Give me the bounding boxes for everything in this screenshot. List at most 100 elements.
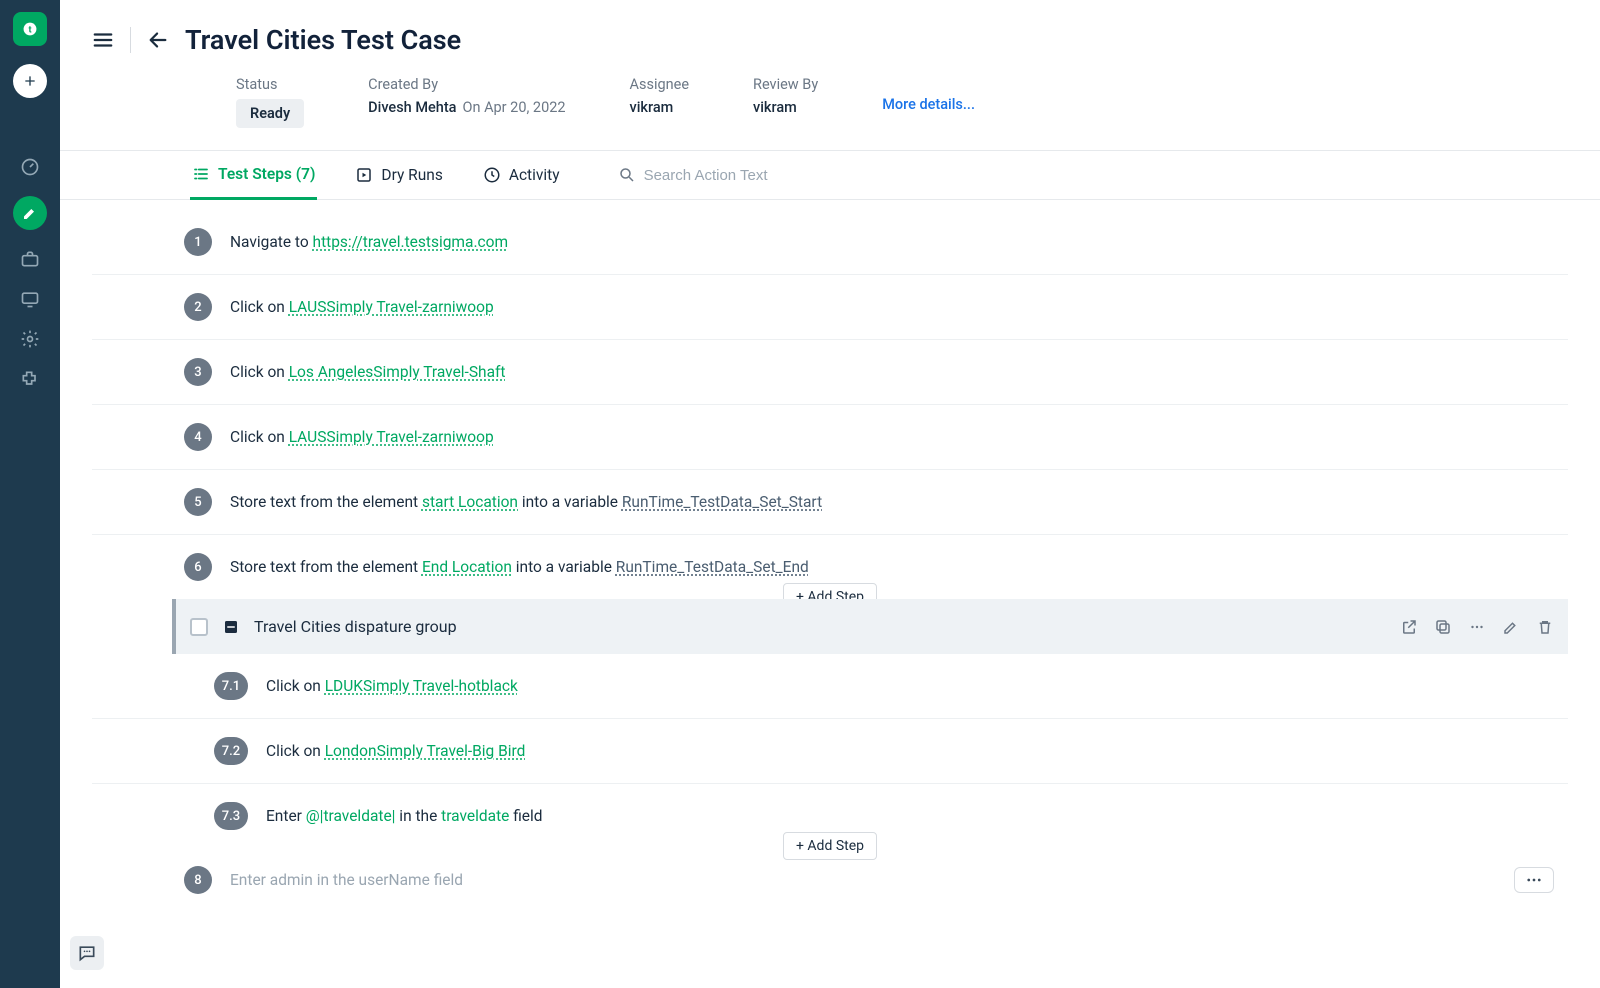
step-variable[interactable]: RunTime_TestData_Set_Start <box>622 493 822 511</box>
meta-row: Status Ready Created By Divesh Mehta On … <box>60 76 1600 150</box>
substep-row[interactable]: 7.1 Click on LDUKSimply Travel-hotblack <box>92 654 1568 719</box>
add-button[interactable] <box>13 64 47 98</box>
step-number: 1 <box>184 228 212 256</box>
assignee-block: Assignee vikram <box>630 76 689 116</box>
gear-icon <box>20 329 40 349</box>
step-row[interactable]: 4 Click on LAUSSimply Travel-zarniwoop <box>92 405 1568 470</box>
open-external-button[interactable] <box>1400 618 1418 636</box>
dashboard-nav[interactable] <box>19 156 41 178</box>
step-text: Enter @|traveldate| in the traveldate fi… <box>266 807 543 825</box>
header-divider <box>130 27 131 53</box>
review-block: Review By vikram <box>753 76 818 116</box>
new-step-placeholder[interactable]: Enter admin in the userName field <box>230 871 463 889</box>
step-text: Click on LAUSSimply Travel-zarniwoop <box>230 428 494 446</box>
arrow-left-icon <box>147 29 169 51</box>
step-link[interactable]: LDUKSimply Travel-hotblack <box>325 677 518 695</box>
app-logo[interactable]: t <box>13 12 47 46</box>
pencil-icon <box>1502 618 1520 636</box>
step-link[interactable]: End Location <box>422 558 512 576</box>
review-value: vikram <box>753 99 818 116</box>
clock-icon <box>483 166 501 184</box>
step-link[interactable]: LondonSimply Travel-Big Bird <box>325 742 526 760</box>
group-checkbox[interactable] <box>190 618 208 636</box>
step-row[interactable]: 2 Click on LAUSSimply Travel-zarniwoop <box>92 275 1568 340</box>
step-text: Store text from the element End Location… <box>230 558 809 576</box>
created-by-name: Divesh Mehta <box>368 99 456 116</box>
tab-dry-runs[interactable]: Dry Runs <box>353 152 444 198</box>
new-step-row[interactable]: 8 Enter admin in the userName field <box>92 848 1568 912</box>
group-collapse-icon[interactable] <box>222 618 240 636</box>
step-text: Click on LondonSimply Travel-Big Bird <box>266 742 525 760</box>
row-more-button[interactable] <box>1514 867 1554 893</box>
assignee-label: Assignee <box>630 76 689 93</box>
back-button[interactable] <box>147 29 169 51</box>
dots-icon <box>1525 874 1543 886</box>
step-number: 7.1 <box>214 672 248 700</box>
status-badge[interactable]: Ready <box>236 99 304 128</box>
assignee-value: vikram <box>630 99 689 116</box>
step-row[interactable]: 1 Navigate to https://travel.testsigma.c… <box>92 210 1568 275</box>
step-param: traveldate <box>441 807 509 825</box>
puzzle-icon <box>20 369 40 389</box>
extension-nav[interactable] <box>19 368 41 390</box>
monitor-nav[interactable] <box>19 288 41 310</box>
step-link[interactable]: https://travel.testsigma.com <box>313 233 509 251</box>
edit-button[interactable] <box>1502 618 1520 636</box>
delete-button[interactable] <box>1536 618 1554 636</box>
settings-nav[interactable] <box>19 328 41 350</box>
copy-button[interactable] <box>1434 618 1452 636</box>
step-number: 2 <box>184 293 212 321</box>
sidebar: t <box>0 0 60 988</box>
hamburger-icon <box>92 29 114 51</box>
tab-bar: Test Steps (7) Dry Runs Activity <box>60 150 1600 200</box>
step-link[interactable]: Los AngelesSimply Travel-Shaft <box>289 363 506 381</box>
step-number: 3 <box>184 358 212 386</box>
step-number: 6 <box>184 553 212 581</box>
review-label: Review By <box>753 76 818 93</box>
tab-test-steps[interactable]: Test Steps (7) <box>190 151 317 200</box>
step-text: Store text from the element start Locati… <box>230 493 822 511</box>
step-row[interactable]: 3 Click on Los AngelesSimply Travel-Shaf… <box>92 340 1568 405</box>
tab-activity-label: Activity <box>509 166 560 184</box>
page-header: Travel Cities Test Case <box>60 0 1600 76</box>
step-link[interactable]: LAUSSimply Travel-zarniwoop <box>289 428 494 446</box>
status-label: Status <box>236 76 304 93</box>
gear-t-icon: t <box>19 18 41 40</box>
chat-widget[interactable] <box>70 936 104 970</box>
step-text: Click on Los AngelesSimply Travel-Shaft <box>230 363 505 381</box>
chat-icon <box>77 943 97 963</box>
step-group-row[interactable]: Travel Cities dispature group <box>172 599 1568 654</box>
copy-icon <box>1434 618 1452 636</box>
tab-activity[interactable]: Activity <box>481 152 562 198</box>
briefcase-nav[interactable] <box>19 248 41 270</box>
step-row[interactable]: 5 Store text from the element start Loca… <box>92 470 1568 535</box>
search-input[interactable] <box>644 167 844 184</box>
more-button[interactable] <box>1468 618 1486 636</box>
edit-nav-active[interactable] <box>13 196 47 230</box>
briefcase-icon <box>20 249 40 269</box>
menu-toggle[interactable] <box>92 29 114 51</box>
step-number: 7.2 <box>214 737 248 765</box>
created-by-block: Created By Divesh Mehta On Apr 20, 2022 <box>368 76 565 116</box>
step-text: Click on LDUKSimply Travel-hotblack <box>266 677 518 695</box>
dots-icon <box>1468 618 1486 636</box>
step-text: Click on LAUSSimply Travel-zarniwoop <box>230 298 494 316</box>
substep-row[interactable]: 7.2 Click on LondonSimply Travel-Big Bir… <box>92 719 1568 784</box>
step-variable[interactable]: RunTime_TestData_Set_End <box>616 558 809 576</box>
monitor-icon <box>20 289 40 309</box>
search-icon <box>618 166 636 184</box>
external-icon <box>1400 618 1418 636</box>
svg-text:t: t <box>28 26 31 36</box>
step-link[interactable]: LAUSSimply Travel-zarniwoop <box>289 298 494 316</box>
step-number: 4 <box>184 423 212 451</box>
page-title: Travel Cities Test Case <box>185 24 461 56</box>
more-details-link[interactable]: More details... <box>882 76 975 113</box>
trash-icon <box>1536 618 1554 636</box>
main-content: Travel Cities Test Case Status Ready Cre… <box>60 0 1600 988</box>
gauge-icon <box>20 157 40 177</box>
created-by-label: Created By <box>368 76 565 93</box>
list-icon <box>192 165 210 183</box>
step-link[interactable]: start Location <box>422 493 518 511</box>
steps-container: 1 Navigate to https://travel.testsigma.c… <box>60 200 1600 988</box>
search-wrap <box>618 166 844 184</box>
